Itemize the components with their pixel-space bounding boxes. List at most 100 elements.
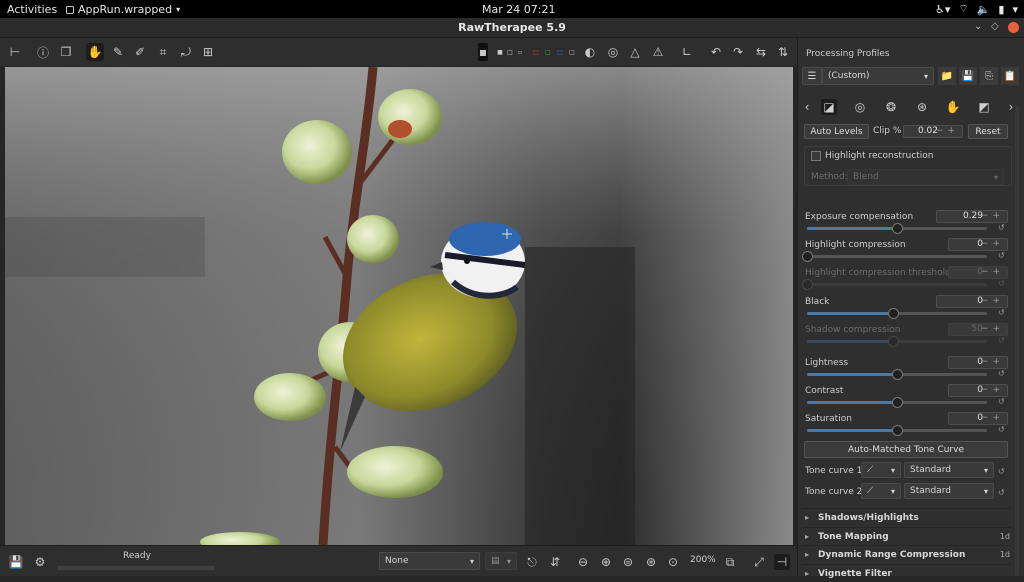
fullscreen-icon[interactable]: ⤢ (751, 554, 767, 570)
stepper-icon[interactable]: −+ (981, 267, 1004, 278)
profile-select[interactable]: (Custom) ▾ (822, 67, 934, 85)
tab-details-icon[interactable]: ◎ (852, 99, 868, 115)
color-management-icon[interactable]: ◎ (604, 43, 622, 61)
flip-vertical-icon[interactable]: ⇅ (774, 43, 792, 61)
crop-icon[interactable]: ⌗ (154, 43, 172, 61)
color-picker-icon[interactable]: ✐ (131, 43, 149, 61)
paste-profile-icon[interactable]: 📋 (1001, 67, 1019, 85)
reset-icon[interactable]: ↺ (998, 308, 1005, 317)
activities-button[interactable]: Activities (7, 3, 57, 16)
reset-icon[interactable]: ↺ (998, 223, 1005, 232)
auto-levels-button[interactable]: Auto Levels (804, 124, 869, 139)
slider-value-input[interactable]: 0 −+ (936, 295, 1008, 308)
tool-section-header[interactable]: ▸ Shadows/Highlights (802, 508, 1012, 526)
tool-section-header[interactable]: ▸ Tone Mapping 1d (802, 527, 1012, 545)
tone-curve-2-mode-select[interactable]: Standard ▾ (904, 483, 994, 499)
slider-track[interactable] (802, 251, 987, 262)
reset-icon[interactable]: ↺ (998, 369, 1005, 378)
intent-select[interactable]: ▤ ▾ (485, 552, 517, 570)
slider-knob[interactable] (892, 397, 903, 408)
slider-value-input[interactable]: 0 −+ (948, 412, 1008, 425)
soft-proof-icon[interactable]: ⎋ (524, 554, 540, 570)
minimize-icon[interactable]: ⌄ (974, 21, 982, 32)
tab-exposure-icon[interactable]: ◪ (821, 99, 837, 115)
focus-mask-icon[interactable]: ◐ (581, 43, 599, 61)
slider-knob[interactable] (802, 251, 813, 262)
clip-input[interactable]: 0.02 −+ (903, 125, 963, 138)
slider-knob[interactable] (892, 425, 903, 436)
info-icon[interactable]: ⓘ (34, 43, 52, 61)
output-profile-select[interactable]: None ▾ (379, 552, 480, 570)
stepper-icon[interactable]: −+ (936, 126, 959, 137)
panel-scrollbar[interactable] (1015, 106, 1019, 576)
stepper-icon[interactable]: −+ (981, 413, 1004, 424)
tab-advanced-icon[interactable]: ⊛ (914, 99, 930, 115)
tab-raw-icon[interactable]: ◩ (976, 99, 992, 115)
toggle-right-panel-icon[interactable]: ⊣ (774, 554, 790, 570)
tab-transform-icon[interactable]: ✋ (945, 99, 961, 115)
rotate-right-icon[interactable]: ↷ (729, 43, 747, 61)
open-profile-icon[interactable]: 📁 (938, 67, 956, 85)
new-detail-window-icon[interactable]: ⧉ (722, 554, 738, 570)
stepper-icon[interactable]: −+ (981, 385, 1004, 396)
perspective-icon[interactable]: ⊞ (199, 43, 217, 61)
stepper-icon[interactable]: −+ (981, 239, 1004, 250)
power-menu-icon[interactable]: ▾ (1012, 3, 1018, 16)
before-after-icon[interactable]: ❐ (57, 43, 75, 61)
clock[interactable]: Mar 24 07:21 (482, 3, 555, 16)
reset-icon[interactable]: ↺ (998, 279, 1005, 288)
reset-icon[interactable]: ↺ (998, 397, 1005, 406)
tone-curve-1-edit[interactable]: ⟋ ▾ (861, 462, 901, 478)
stepper-icon[interactable]: −+ (981, 296, 1004, 307)
slider-knob[interactable] (802, 279, 813, 290)
slider-track[interactable] (807, 369, 987, 380)
reset-button[interactable]: Reset (968, 124, 1008, 139)
tone-curve-2-edit[interactable]: ⟋ ▾ (861, 483, 901, 499)
stepper-icon[interactable]: −+ (981, 357, 1004, 368)
app-menu[interactable]: AppRun.wrapped ▾ (66, 3, 180, 16)
auto-matched-tone-curve-button[interactable]: Auto-Matched Tone Curve (804, 441, 1008, 458)
save-image-icon[interactable]: 💾 (8, 554, 24, 570)
tab-color-icon[interactable]: ❂ (883, 99, 899, 115)
slider-knob[interactable] (892, 223, 903, 234)
volume-icon[interactable]: 🔈 (977, 3, 991, 16)
close-icon[interactable] (1008, 22, 1019, 36)
tool-section-header[interactable]: ▸ Vignette Filter (802, 564, 1012, 582)
zoom-100-icon[interactable]: ⊜ (620, 554, 636, 570)
highlight-reconstruction-checkbox[interactable] (811, 151, 821, 161)
slider-value-input[interactable]: 50 −+ (948, 323, 1008, 336)
zoom-out-icon[interactable]: ⊖ (575, 554, 591, 570)
preview-mode-icon[interactable]: ▪ (478, 43, 488, 61)
zoom-in-icon[interactable]: ⊕ (598, 554, 614, 570)
slider-value-input[interactable]: 0.29 −+ (936, 210, 1008, 223)
slider-track[interactable] (807, 223, 987, 234)
maximize-icon[interactable]: ◇ (991, 21, 999, 32)
reset-icon[interactable]: ↺ (998, 425, 1005, 434)
shadow-clip-warning-icon[interactable]: △ (626, 43, 644, 61)
slider-knob[interactable] (892, 369, 903, 380)
highlight-clip-warning-icon[interactable]: ⚠ (649, 43, 667, 61)
battery-icon[interactable]: ▮ (998, 3, 1004, 16)
method-select[interactable]: Blend ▾ (847, 169, 1004, 185)
white-balance-picker-icon[interactable]: ✎ (109, 43, 127, 61)
save-profile-icon[interactable]: 💾 (959, 67, 977, 85)
slider-track[interactable] (807, 397, 987, 408)
hide-history-icon[interactable]: ⊢ (6, 43, 24, 61)
slider-value-input[interactable]: 0 −+ (948, 266, 1008, 279)
stepper-icon[interactable]: −+ (981, 211, 1004, 222)
hand-tool-icon[interactable]: ✋ (86, 43, 104, 61)
histogram-icon[interactable]: ∟ (678, 43, 696, 61)
slider-track[interactable] (807, 336, 987, 347)
flip-horizontal-icon[interactable]: ⇆ (752, 43, 770, 61)
straighten-icon[interactable]: ⤾ (177, 43, 195, 61)
tabs-scroll-left-icon[interactable]: ‹ (802, 99, 812, 115)
tone-curve-1-mode-select[interactable]: Standard ▾ (904, 462, 994, 478)
gamut-check-icon[interactable]: ⇵ (547, 554, 563, 570)
slider-track[interactable] (807, 425, 987, 436)
accessibility-icon[interactable]: ♿▾ (935, 3, 950, 16)
stepper-icon[interactable]: −+ (981, 324, 1004, 335)
slider-value-input[interactable]: 0 −+ (948, 356, 1008, 369)
slider-knob[interactable] (888, 336, 900, 347)
zoom-fit-crop-icon[interactable]: ⊙ (665, 554, 681, 570)
reset-icon[interactable]: ↺ (998, 336, 1005, 345)
